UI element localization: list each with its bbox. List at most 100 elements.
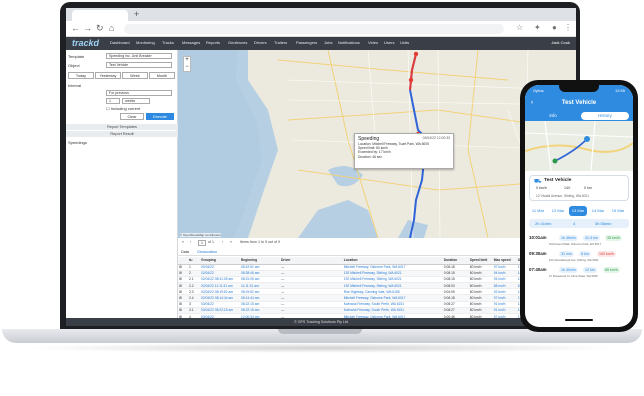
col-number[interactable]: № <box>188 257 200 265</box>
phone-trip-row[interactable]: 07:40am 1h 40min 12 km 85 km/h 27 Rosewo… <box>529 263 629 278</box>
col-grouping[interactable]: Grouping <box>200 257 240 265</box>
speeding-marker <box>408 77 414 83</box>
trip-distance: 8 km <box>579 251 591 257</box>
phone-back-icon[interactable]: ‹ <box>531 96 533 110</box>
col-location[interactable]: Location <box>342 257 443 265</box>
popup-time: 03/04/22 12:00:33 <box>422 136 450 140</box>
phone-address: 12 Vivaldi Avenue, Stirling, WA 6021 <box>536 194 590 198</box>
col-beginning[interactable]: Beginning <box>240 257 280 265</box>
nav-trailers[interactable]: Trailers <box>274 40 287 45</box>
nav-messages[interactable]: Messages <box>182 40 200 45</box>
nav-jobs[interactable]: Jobs <box>324 40 332 45</box>
col-driver[interactable]: Driver <box>280 257 343 265</box>
day-item-selected[interactable]: 13 Mar <box>569 206 587 216</box>
nav-users[interactable]: Users <box>384 40 394 45</box>
trip-duration: 31 min <box>559 251 574 257</box>
phone-trip-row[interactable]: 10:01am 1h 46min 41.4 km 35 km/h Northwo… <box>529 231 629 246</box>
page-input[interactable]: 1 <box>198 240 206 246</box>
interval-select[interactable]: For previous <box>106 90 172 96</box>
tab-data[interactable]: Data <box>178 249 192 255</box>
reload-icon[interactable]: ↻ <box>96 23 104 34</box>
interval-unit[interactable]: weeks <box>122 98 150 104</box>
forward-icon[interactable]: → <box>83 23 92 33</box>
profile-icon[interactable]: ● <box>552 23 557 32</box>
phone-vehicle-card[interactable]: ⛟ Test Vehicle 0 km/h 14V 0 km 12 Vivald… <box>529 175 629 201</box>
day-item[interactable]: 14 Mar <box>589 206 607 216</box>
phone-carrier: Optus <box>533 88 544 93</box>
clear-button[interactable]: Clear <box>120 113 144 120</box>
footer-copyright: © GPS Tracking Solutions Pty Ltd <box>294 320 348 324</box>
col-max-speed[interactable]: Max speed <box>492 257 517 265</box>
phone-title: ‹ Test Vehicle <box>525 96 633 110</box>
nav-monitoring[interactable]: Monitoring <box>136 40 155 45</box>
nav-video[interactable]: Video <box>368 40 378 45</box>
execute-button[interactable]: Execute <box>146 113 174 120</box>
tab-geolocation[interactable]: Geolocation <box>194 249 220 255</box>
home-icon[interactable]: ⌂ <box>109 23 114 33</box>
phone-tab-info[interactable]: Info <box>529 112 577 120</box>
trip-address: 27 Rosewood Cl, Alma Shaw, WA 6025 <box>549 274 598 278</box>
report-templates-header[interactable]: Report Templates <box>66 124 178 130</box>
grid-tabs: Data Geolocation <box>178 249 576 256</box>
today-button[interactable]: Today <box>68 72 94 79</box>
nav-dashboard[interactable]: Dashboard <box>110 40 130 45</box>
nav-units[interactable]: Units <box>400 40 409 45</box>
phone-tab-history[interactable]: History <box>581 112 629 120</box>
month-button[interactable]: Month <box>149 72 175 79</box>
last-page-icon[interactable]: » <box>230 240 232 244</box>
next-page-icon[interactable]: › <box>222 240 223 244</box>
object-select[interactable]: Test Vehicle <box>106 62 172 68</box>
map-view[interactable]: + − Speeding 03/04/22 12:00:33 Location: … <box>178 50 576 238</box>
app-navbar: trackd Dashboard Monitoring Tracks Messa… <box>66 37 576 50</box>
week-button[interactable]: Week <box>122 72 148 79</box>
phone-trip-row[interactable]: 09:30am 31 min 8 km 100 km/h 120 Glendal… <box>529 247 629 262</box>
grid-pager: « ‹ 1 of 1 › » Items from 1 to 9 out of … <box>178 240 576 248</box>
first-page-icon[interactable]: « <box>182 240 184 244</box>
trip-speed: 35 km/h <box>605 235 622 241</box>
phone-home-indicator <box>565 319 593 321</box>
phone-map[interactable] <box>525 121 633 171</box>
including-current-checkbox[interactable]: ☐ Including current <box>106 106 140 111</box>
user-name[interactable]: Jack Cook <box>551 40 570 45</box>
nav-geofences[interactable]: Geofences <box>228 40 247 45</box>
yesterday-button[interactable]: Yesterday <box>95 72 121 79</box>
interval-label: Interval <box>68 83 82 88</box>
trip-address: 120 Glendalough Ave, Stirling, WA 6021 <box>549 258 599 262</box>
trip-time: 07:40am <box>529 267 547 272</box>
zoom-control[interactable]: + − <box>183 56 191 72</box>
day-item[interactable]: 11 Mar <box>529 206 547 216</box>
nav-tracks[interactable]: Tracks <box>162 40 174 45</box>
phone-notch <box>559 85 599 92</box>
nav-notifications[interactable]: Notifications <box>338 40 360 45</box>
drive-time: 2h 41min <box>535 221 552 226</box>
back-icon[interactable]: ← <box>71 23 80 33</box>
report-result-header[interactable]: Report Result <box>66 131 178 137</box>
day-item[interactable]: 15 Mar <box>609 206 627 216</box>
laptop-notch <box>278 329 362 334</box>
browser-tab[interactable] <box>72 10 128 21</box>
url-field[interactable] <box>124 24 504 34</box>
phone-distance: 0 km <box>584 186 592 190</box>
browser-menu-icon[interactable]: ⋮ <box>564 23 572 32</box>
interval-count[interactable]: 1 <box>106 98 120 104</box>
trip-count: 4 <box>573 221 576 226</box>
trip-speed: 100 km/h <box>597 251 616 257</box>
col-duration[interactable]: Duration <box>442 257 469 265</box>
new-tab-icon[interactable]: + <box>134 9 139 19</box>
prev-page-icon[interactable]: ‹ <box>190 240 191 244</box>
trip-speed: 85 km/h <box>603 267 620 273</box>
trip-distance: 12 km <box>583 267 597 273</box>
nav-passengers[interactable]: Passengers <box>296 40 317 45</box>
day-item[interactable]: 12 Mar <box>549 206 567 216</box>
speeding-popup: Speeding 03/04/22 12:00:33 Location: Mit… <box>354 133 454 169</box>
speedings-item[interactable]: Speedings <box>68 140 87 145</box>
app-logo: trackd <box>72 38 100 48</box>
nav-drivers[interactable]: Drivers <box>254 40 267 45</box>
phone-screen: Optus 12:55 ‹ Test Vehicle Info History <box>525 85 633 327</box>
extensions-icon[interactable]: ✦ <box>534 23 541 32</box>
col-speed-limit[interactable]: Speed limit <box>468 257 493 265</box>
nav-reports[interactable]: Reports <box>206 40 220 45</box>
template-select[interactable]: Speeding inc. Unit Breaker <box>106 53 172 59</box>
speeding-table: № Grouping Beginning Driver Location Dur… <box>178 257 576 326</box>
star-icon[interactable]: ☆ <box>516 23 523 32</box>
